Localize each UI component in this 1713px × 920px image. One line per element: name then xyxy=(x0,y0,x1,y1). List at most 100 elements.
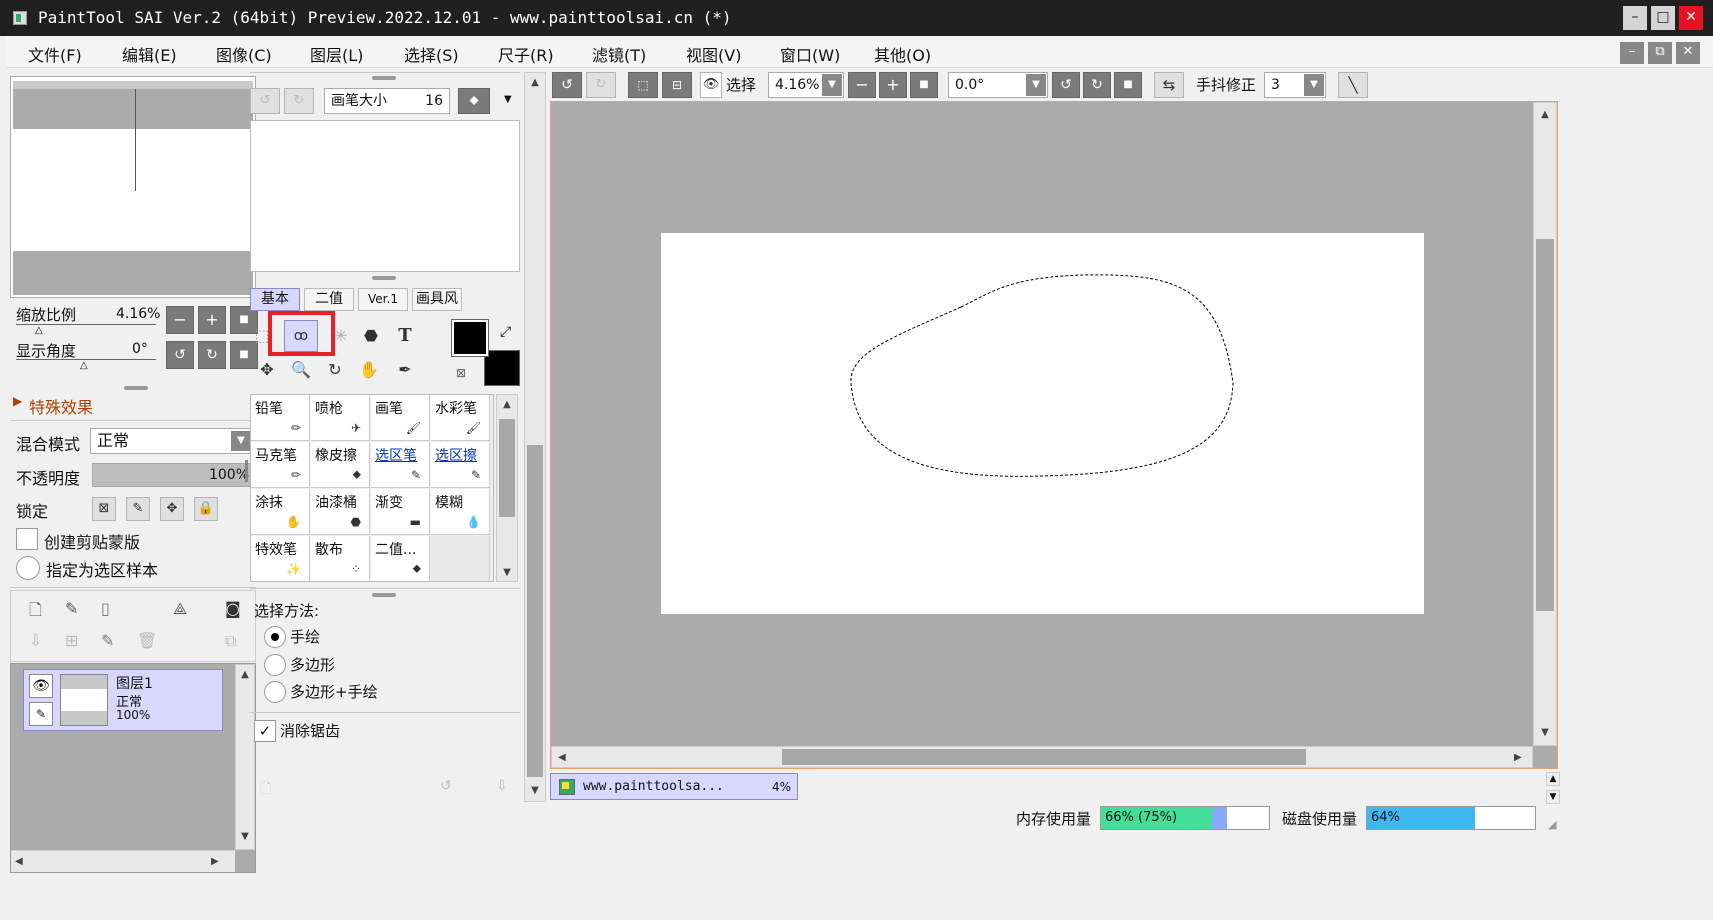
radio-polygon-freehand[interactable] xyxy=(264,681,286,703)
background-color-swatch[interactable] xyxy=(484,350,520,386)
delete-icon[interactable]: 🗋 xyxy=(260,778,271,802)
brush-size-field[interactable]: 画笔大小 16 xyxy=(324,88,450,114)
new-vector-layer-icon[interactable]: ✎ xyxy=(65,599,78,618)
menu-filter[interactable]: 滤镜(T) xyxy=(592,42,646,66)
scroll-up-icon[interactable]: ▲ xyxy=(500,399,514,410)
rotate-tool-icon[interactable]: ↻ xyxy=(318,354,352,386)
selection-visibility-icon[interactable]: 👁 xyxy=(700,72,722,98)
canvas-document[interactable] xyxy=(661,233,1424,614)
scroll-right-icon[interactable]: ▶ xyxy=(1514,752,1522,763)
merge-down-icon[interactable]: ⊞ xyxy=(65,631,78,650)
brush-blur[interactable]: 涂抹 ✋ xyxy=(251,489,310,535)
toolbar-rotate-reset-button[interactable]: ■ xyxy=(1114,72,1142,98)
foreground-color-swatch[interactable] xyxy=(451,319,489,357)
navigator-preview[interactable] xyxy=(10,76,256,298)
mdi-restore-button[interactable]: ⧉ xyxy=(1648,42,1672,64)
brush-brush[interactable]: 画笔 🖌 xyxy=(371,395,430,441)
swap-colors-icon[interactable]: ⤢ xyxy=(500,324,511,340)
toolbar-zoom-in-button[interactable]: + xyxy=(879,72,907,98)
transparent-color-icon[interactable]: ⊠ xyxy=(456,366,466,380)
new-folder-icon[interactable]: ▯ xyxy=(101,599,110,618)
text-tool-icon[interactable]: T xyxy=(388,320,422,352)
brush-empty-slot[interactable] xyxy=(431,536,490,581)
lock-transparency-icon[interactable]: ⊠ xyxy=(92,497,116,521)
resize-grip-icon[interactable]: ◢ xyxy=(1548,818,1556,831)
scroll-down-icon[interactable]: ▼ xyxy=(500,567,514,578)
undo-brush-button[interactable]: ↺ xyxy=(250,88,280,114)
menu-layer[interactable]: 图层(L) xyxy=(310,42,363,66)
radio-polygon[interactable] xyxy=(264,654,286,676)
straight-line-icon[interactable]: ╲ xyxy=(1338,72,1368,98)
zoom-out-button[interactable]: − xyxy=(166,306,194,334)
document-tab[interactable]: www.painttoolsa... 4% xyxy=(550,773,798,800)
scroll-thumb[interactable] xyxy=(1536,239,1554,611)
layer-style-icon[interactable]: ⟁ xyxy=(173,599,187,619)
panel-splitter[interactable] xyxy=(372,593,396,597)
brush-eraser[interactable]: 橡皮擦 ⬥ xyxy=(311,442,370,488)
mdi-close-button[interactable]: ✕ xyxy=(1676,42,1700,64)
panel-splitter[interactable] xyxy=(372,76,396,80)
lock-pen-icon[interactable]: ✎ xyxy=(126,497,150,521)
toolbar-zoom-out-button[interactable]: − xyxy=(848,72,876,98)
zoom-in-button[interactable]: + xyxy=(198,306,226,334)
tab-binary[interactable]: 二值 xyxy=(304,288,354,311)
scroll-up-icon[interactable]: ▲ xyxy=(238,669,252,680)
scroll-left-icon[interactable]: ◀ xyxy=(558,752,566,763)
merge-layers-icon[interactable]: ⧉ xyxy=(225,631,236,651)
brush-gradient[interactable]: 渐变 ▬ xyxy=(371,489,430,535)
mdi-minimize-button[interactable]: – xyxy=(1620,42,1644,64)
edit-pen-icon[interactable]: ✎ xyxy=(29,702,53,726)
brush-airbrush[interactable]: 喷枪 ✈ xyxy=(311,395,370,441)
minimize-button[interactable]: – xyxy=(1623,6,1647,30)
menu-window[interactable]: 窗口(W) xyxy=(780,42,840,66)
scroll-down-icon[interactable]: ▼ xyxy=(1538,727,1552,738)
undo-button[interactable]: ↺ xyxy=(552,72,582,98)
scroll-up-icon[interactable]: ▲ xyxy=(1538,109,1552,120)
stabilizer-select[interactable]: 3 ▼ xyxy=(1264,72,1326,98)
maximize-button[interactable]: □ xyxy=(1651,6,1675,30)
menu-select[interactable]: 选择(S) xyxy=(404,42,459,66)
transfer-down-icon[interactable]: ⇩ xyxy=(29,631,42,650)
canvas-vscrollbar[interactable]: ▲ ▼ xyxy=(1533,102,1557,746)
brush-scatter[interactable]: 散布 ⁘ xyxy=(311,536,370,581)
save-preset-icon[interactable]: ⇩ xyxy=(496,778,508,794)
hand-tool-icon[interactable]: ✋ xyxy=(352,354,386,386)
layer-list-hscrollbar[interactable]: ◀ ▶ xyxy=(11,850,235,872)
menu-edit[interactable]: 编辑(E) xyxy=(122,42,177,66)
angle-slider-thumb[interactable]: △ xyxy=(80,360,88,371)
scroll-thumb[interactable] xyxy=(527,445,543,777)
brush-shape-button[interactable]: ⬥ xyxy=(458,88,490,114)
scroll-up-icon[interactable]: ▲ xyxy=(1546,772,1560,786)
tab-painter[interactable]: 画具风 xyxy=(412,288,462,311)
selection-sample-checkbox[interactable] xyxy=(16,556,40,580)
radio-freehand[interactable] xyxy=(264,626,286,648)
new-layer-icon[interactable]: 🗋 xyxy=(29,599,42,626)
layer-list-scrollbar[interactable]: ▲ ▼ xyxy=(235,664,255,850)
rotate-right-button[interactable]: ↻ xyxy=(198,341,226,369)
close-button[interactable]: ✕ xyxy=(1679,6,1703,30)
zoom-slider-thumb[interactable]: △ xyxy=(35,325,43,336)
scroll-down-icon[interactable]: ▼ xyxy=(528,785,542,796)
scroll-right-icon[interactable]: ▶ xyxy=(211,856,219,867)
flip-horizontal-icon[interactable]: ⇆ xyxy=(1154,72,1184,98)
layer-row[interactable]: 👁 ✎ 图层1 正常 100% xyxy=(23,669,223,731)
redo-brush-button[interactable]: ↻ xyxy=(284,88,314,114)
tab-basic[interactable]: 基本 xyxy=(250,288,300,311)
brush-marker[interactable]: 马克笔 ✏ xyxy=(251,442,310,488)
brush-grid-scrollbar[interactable]: ▲ ▼ xyxy=(496,394,518,582)
canvas-hscrollbar[interactable]: ◀ ▶ xyxy=(551,746,1533,768)
toolbar-rotate-right-button[interactable]: ↻ xyxy=(1083,72,1111,98)
clipping-mask-checkbox[interactable] xyxy=(16,528,38,550)
panel-splitter[interactable] xyxy=(245,460,248,482)
reset-icon[interactable]: ↺ xyxy=(440,778,452,794)
menu-file[interactable]: 文件(F) xyxy=(28,42,82,66)
brush-bucket[interactable]: 油漆桶 ⬣ xyxy=(311,489,370,535)
shape-tool-icon[interactable]: ⬣ xyxy=(354,320,388,352)
brush-binary[interactable]: 二值... ⬥ xyxy=(371,536,430,581)
menu-ruler[interactable]: 尺子(R) xyxy=(498,42,554,66)
brush-pencil[interactable]: 铅笔 ✏ xyxy=(251,395,310,441)
tool-panel-scrollbar[interactable]: ▲ ▼ xyxy=(524,72,546,802)
blend-mode-select[interactable]: 正常 ▼ xyxy=(90,428,254,454)
move-tool-icon[interactable]: ✥ xyxy=(250,354,284,386)
brush-select-pen[interactable]: 选区笔 ✎ xyxy=(371,442,430,488)
